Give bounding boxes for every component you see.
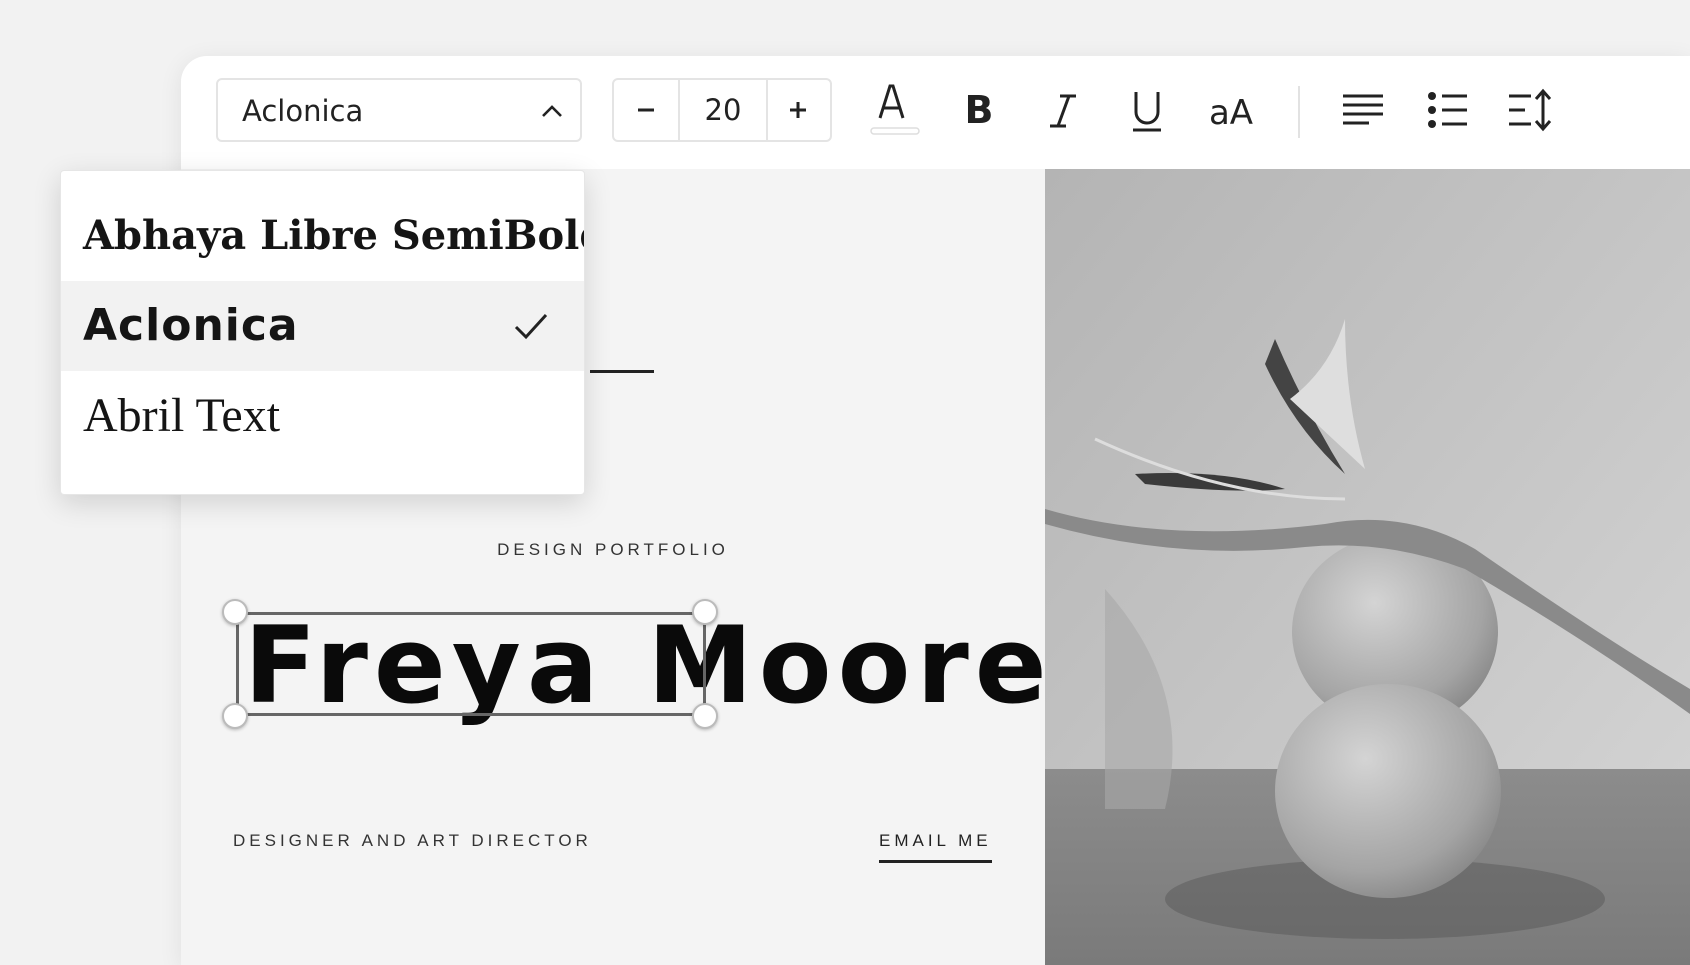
decorative-rule: [590, 370, 654, 373]
underline-icon: [1133, 92, 1161, 132]
bulleted-list-icon: [1428, 92, 1467, 128]
chevron-up-icon: [542, 105, 562, 117]
text-color-icon: [870, 84, 920, 135]
font-option-label: Abhaya Libre SemiBold: [83, 212, 585, 259]
bird-of-paradise-image: [1045, 169, 1690, 965]
font-option-label: Aclonica: [83, 300, 299, 351]
font-dropdown-menu: Abhaya Libre SemiBold Aclonica Abril Tex…: [60, 170, 585, 495]
resize-handle-bottom-right[interactable]: [692, 703, 718, 729]
font-family-value: Aclonica: [242, 94, 364, 128]
font-size-stepper: 20: [612, 78, 832, 142]
toolbar-divider: [1298, 86, 1300, 138]
portfolio-kicker[interactable]: DESIGN PORTFOLIO: [420, 540, 806, 560]
font-option-aclonica[interactable]: Aclonica: [61, 281, 584, 371]
list-button[interactable]: [1415, 78, 1479, 142]
line-spacing-icon: [1509, 88, 1552, 132]
change-case-button[interactable]: aA: [1199, 78, 1263, 142]
email-link[interactable]: EMAIL ME: [879, 831, 992, 863]
font-option-abril-text[interactable]: Abril Text: [61, 371, 584, 461]
checkmark-icon: [514, 313, 548, 340]
resize-handle-bottom-left[interactable]: [222, 703, 248, 729]
resize-handle-top-left[interactable]: [222, 599, 248, 625]
role-subtitle[interactable]: DESIGNER AND ART DIRECTOR: [233, 831, 592, 851]
text-color-button[interactable]: [863, 78, 927, 142]
underline-button[interactable]: [1115, 78, 1179, 142]
italic-icon: [1050, 94, 1076, 128]
text-toolbar: Aclonica 20 B aA: [181, 56, 1690, 169]
font-option-abhaya-libre[interactable]: Abhaya Libre SemiBold: [61, 191, 584, 281]
bold-icon: B: [965, 88, 994, 132]
svg-text:aA: aA: [1209, 93, 1253, 133]
flower-photo[interactable]: [1045, 169, 1690, 965]
bold-button[interactable]: B: [947, 78, 1011, 142]
spacing-button[interactable]: [1499, 78, 1563, 142]
case-toggle-icon: aA: [1209, 93, 1253, 133]
font-size-value[interactable]: 20: [678, 80, 768, 140]
align-button[interactable]: [1331, 78, 1395, 142]
svg-text:B: B: [965, 88, 994, 132]
font-family-select[interactable]: Aclonica: [216, 78, 582, 142]
decrease-size-button[interactable]: [614, 80, 678, 140]
increase-size-button[interactable]: [766, 80, 830, 140]
font-option-label: Abril Text: [83, 389, 281, 442]
plus-icon: [790, 102, 806, 118]
italic-button[interactable]: [1031, 78, 1095, 142]
align-left-icon: [1343, 94, 1383, 125]
minus-icon: [638, 108, 654, 112]
text-selection-box[interactable]: [236, 612, 706, 716]
resize-handle-top-right[interactable]: [692, 599, 718, 625]
